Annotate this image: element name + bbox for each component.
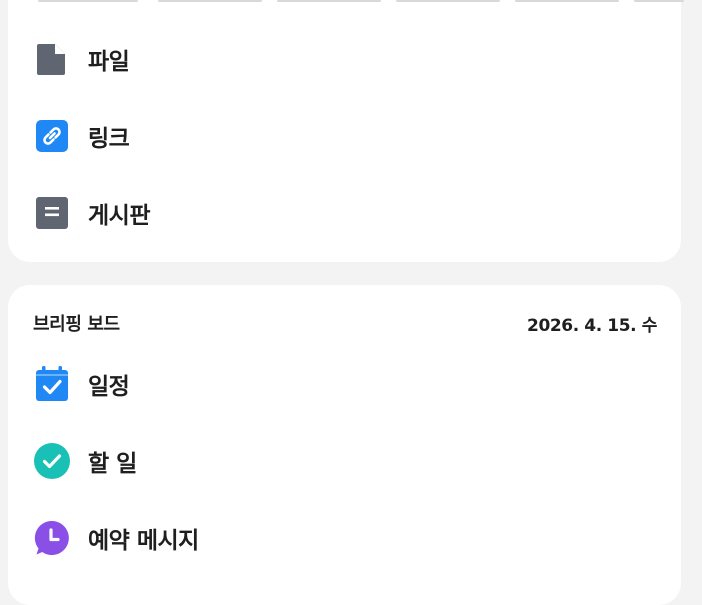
briefing-item-label: 할 일 — [88, 451, 137, 477]
briefing-board-card: 브리핑 보드 2026. 4. 15. 수 일정 할 일 예약 메시지 — [8, 285, 681, 605]
briefing-board-title: 브리핑 보드 — [33, 314, 120, 335]
menu-item-link[interactable]: 링크 — [34, 116, 130, 156]
thumbnail-edge[interactable] — [634, 0, 684, 2]
thumbnail-edge[interactable] — [515, 0, 619, 2]
scheduled-message-icon — [34, 520, 70, 556]
thumbnail-edge[interactable] — [38, 0, 138, 2]
briefing-item-label: 예약 메시지 — [88, 528, 199, 554]
file-icon — [34, 41, 70, 77]
menu-item-label: 게시판 — [88, 203, 150, 229]
thumbnail-edge[interactable] — [277, 0, 381, 2]
briefing-item-schedule[interactable]: 일정 — [34, 364, 130, 404]
menu-item-file[interactable]: 파일 — [34, 39, 130, 79]
menu-item-board[interactable]: 게시판 — [34, 193, 150, 233]
briefing-board-date: 2026. 4. 15. 수 — [527, 316, 657, 336]
thumbnail-edge[interactable] — [158, 0, 262, 2]
calendar-icon — [34, 366, 70, 402]
menu-card: 파일 링크 게시판 — [8, 0, 684, 262]
briefing-item-todo[interactable]: 할 일 — [34, 441, 137, 481]
briefing-item-label: 일정 — [88, 374, 130, 400]
todo-check-icon — [34, 443, 70, 479]
briefing-item-scheduled-message[interactable]: 예약 메시지 — [34, 518, 199, 558]
thumbnail-strip — [38, 0, 688, 4]
menu-item-label: 링크 — [88, 126, 130, 152]
menu-item-label: 파일 — [88, 49, 130, 75]
link-icon — [34, 118, 70, 154]
thumbnail-edge[interactable] — [396, 0, 500, 2]
board-icon — [34, 195, 70, 231]
